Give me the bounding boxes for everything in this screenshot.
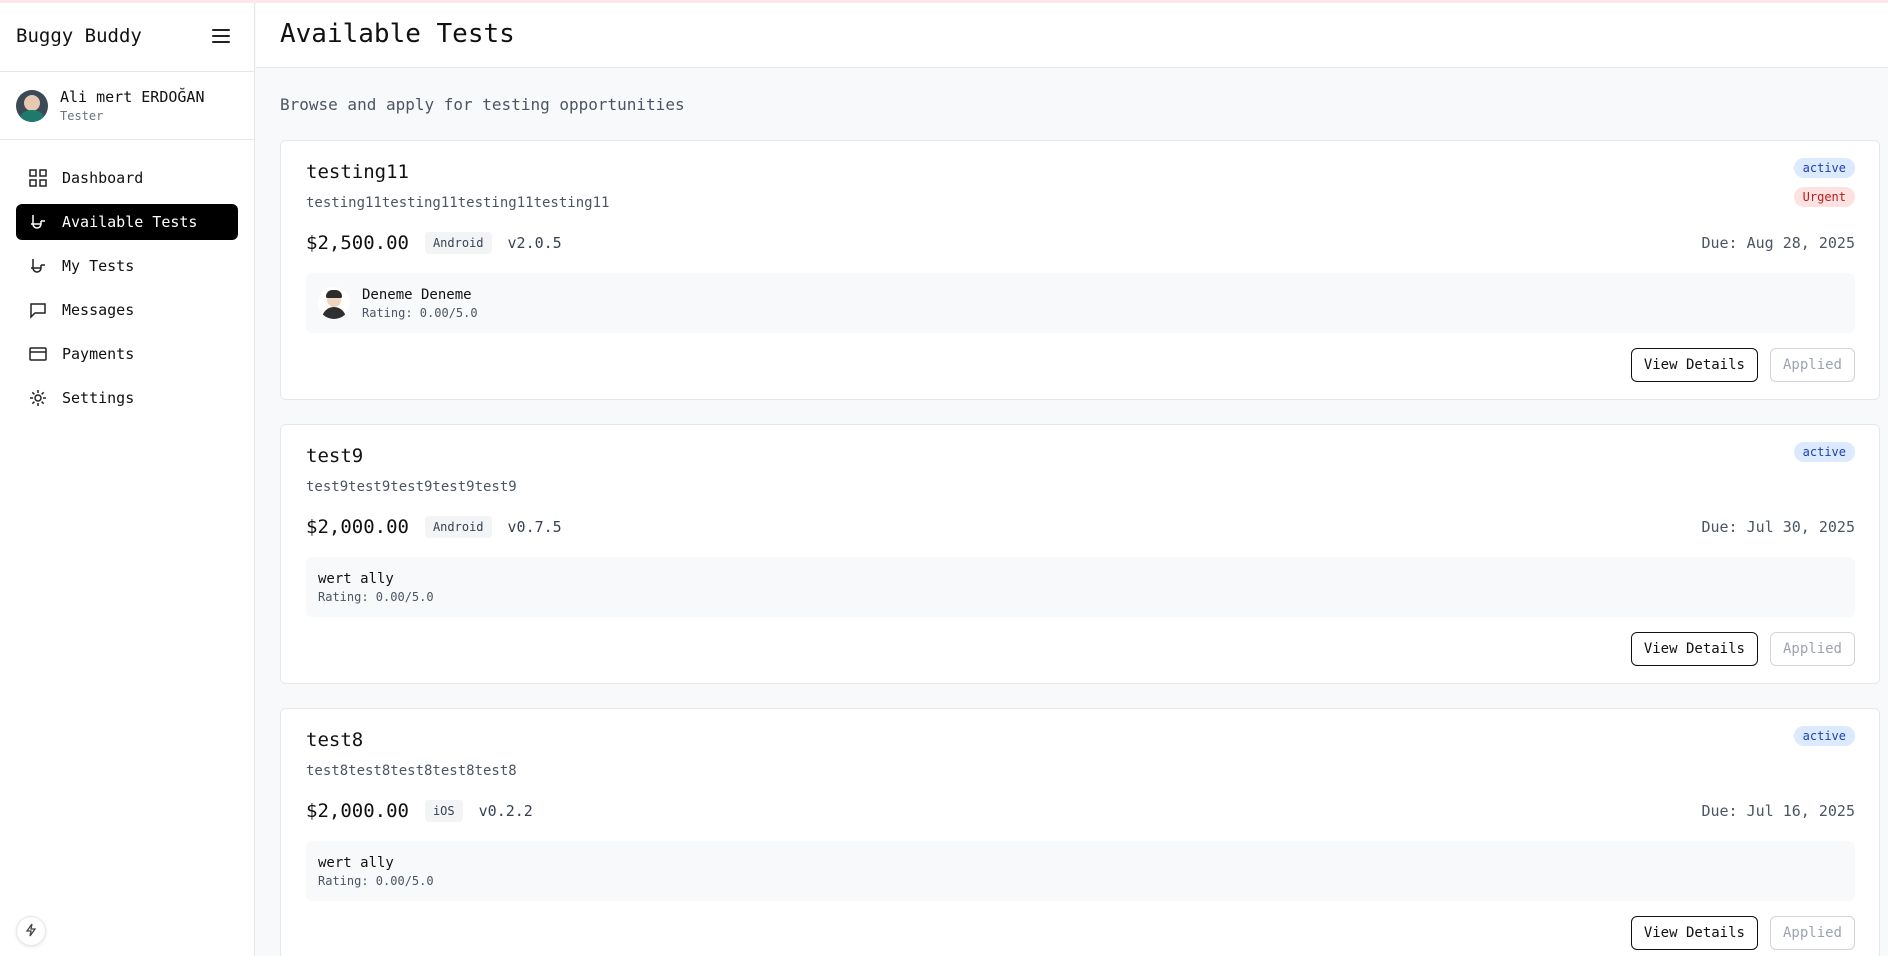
lightning-icon	[24, 922, 38, 941]
card-actions: View Details Applied	[1630, 348, 1855, 382]
badges: active	[1793, 442, 1855, 471]
sidebar-item-settings[interactable]: Settings	[16, 380, 238, 416]
hamburger-menu-icon[interactable]	[212, 28, 230, 43]
platform-tag: iOS	[424, 800, 463, 822]
test-meta: $2,000.00 iOS v0.2.2 Due: Jul 16, 2025	[306, 800, 1855, 822]
owner-name: Deneme Deneme	[362, 286, 472, 303]
owner-name: wert ally	[318, 854, 394, 871]
user-profile[interactable]: Ali mert ERDOĞAN Tester	[0, 72, 254, 140]
badges: active	[1793, 726, 1855, 755]
test-title: testing11	[306, 161, 409, 183]
page-title: Available Tests	[280, 18, 515, 49]
test-description: testing11testing11testing11testing11	[306, 195, 610, 211]
test-tube-icon	[28, 256, 48, 276]
due-date: Due: Jul 16, 2025	[1701, 802, 1855, 820]
urgent-badge: Urgent	[1793, 187, 1855, 207]
test-tube-icon	[28, 212, 48, 232]
message-icon	[28, 300, 48, 320]
badges: active Urgent	[1793, 158, 1855, 216]
page-subtitle: Browse and apply for testing opportuniti…	[280, 95, 685, 114]
sidebar: Buggy Buddy Ali mert ERDOĞAN Tester Dash…	[0, 0, 255, 956]
view-details-button[interactable]: View Details	[1630, 916, 1758, 950]
applied-button[interactable]: Applied	[1769, 632, 1855, 666]
test-card: test9 test9test9test9test9test9 active $…	[280, 424, 1880, 684]
main-content: Available Tests Browse and apply for tes…	[256, 0, 1888, 956]
avatar	[16, 89, 48, 122]
page-header: Available Tests	[256, 0, 1888, 68]
platform-tag: Android	[424, 232, 492, 254]
test-description: test8test8test8test8test8	[306, 763, 517, 779]
brand-bar: Buggy Buddy	[0, 0, 254, 72]
due-date: Due: Jul 30, 2025	[1701, 518, 1855, 536]
platform-tag: Android	[424, 516, 492, 538]
test-meta: $2,500.00 Android v2.0.5 Due: Aug 28, 20…	[306, 232, 1855, 254]
owner-name: wert ally	[318, 570, 394, 587]
card-actions: View Details Applied	[1630, 632, 1855, 666]
test-price: $2,000.00	[306, 516, 409, 538]
sidebar-item-messages[interactable]: Messages	[16, 292, 238, 328]
test-version: v2.0.5	[507, 234, 562, 252]
owner-rating: Rating: 0.00/5.0	[318, 589, 434, 604]
applied-button[interactable]: Applied	[1769, 348, 1855, 382]
applied-button[interactable]: Applied	[1769, 916, 1855, 950]
view-details-button[interactable]: View Details	[1630, 348, 1758, 382]
owner-info: Deneme Deneme Rating: 0.00/5.0	[306, 273, 1855, 333]
sidebar-item-dashboard[interactable]: Dashboard	[16, 160, 238, 196]
credit-card-icon	[28, 344, 48, 364]
status-badge: active	[1793, 158, 1855, 178]
sidebar-item-label: Dashboard	[62, 169, 144, 187]
test-meta: $2,000.00 Android v0.7.5 Due: Jul 30, 20…	[306, 516, 1855, 538]
avatar	[318, 287, 350, 319]
sidebar-nav: Dashboard Available Tests My Tests Messa…	[0, 140, 254, 444]
test-version: v0.2.2	[478, 802, 533, 820]
due-date: Due: Aug 28, 2025	[1701, 234, 1855, 252]
sidebar-item-available-tests[interactable]: Available Tests	[16, 204, 238, 240]
app-title: Buggy Buddy	[16, 24, 142, 47]
test-price: $2,000.00	[306, 800, 409, 822]
sidebar-item-label: Payments	[62, 345, 135, 363]
status-badge: active	[1793, 726, 1855, 746]
sidebar-item-payments[interactable]: Payments	[16, 336, 238, 372]
sidebar-item-my-tests[interactable]: My Tests	[16, 248, 238, 284]
card-actions: View Details Applied	[1630, 916, 1855, 950]
user-name: Ali mert ERDOĞAN	[60, 88, 205, 106]
user-role: Tester	[60, 109, 104, 123]
sun-gear-icon	[28, 388, 48, 408]
status-badge: active	[1793, 442, 1855, 462]
test-version: v0.7.5	[507, 518, 562, 536]
owner-info: wert ally Rating: 0.00/5.0	[306, 557, 1855, 617]
sidebar-item-label: My Tests	[62, 257, 135, 275]
owner-rating: Rating: 0.00/5.0	[362, 305, 478, 320]
test-price: $2,500.00	[306, 232, 409, 254]
sidebar-item-label: Available Tests	[62, 213, 198, 231]
top-accent-line	[0, 0, 1888, 3]
bolt-button[interactable]	[16, 916, 46, 946]
test-title: test9	[306, 445, 364, 467]
test-card: test8 test8test8test8test8test8 active $…	[280, 708, 1880, 956]
test-card: testing11 testing11testing11testing11tes…	[280, 140, 1880, 400]
sidebar-item-label: Settings	[62, 389, 135, 407]
grid-icon	[28, 168, 48, 188]
test-description: test9test9test9test9test9	[306, 479, 517, 495]
sidebar-item-label: Messages	[62, 301, 135, 319]
owner-info: wert ally Rating: 0.00/5.0	[306, 841, 1855, 901]
view-details-button[interactable]: View Details	[1630, 632, 1758, 666]
test-title: test8	[306, 729, 364, 751]
test-list: testing11 testing11testing11testing11tes…	[280, 140, 1880, 956]
owner-rating: Rating: 0.00/5.0	[318, 873, 434, 888]
